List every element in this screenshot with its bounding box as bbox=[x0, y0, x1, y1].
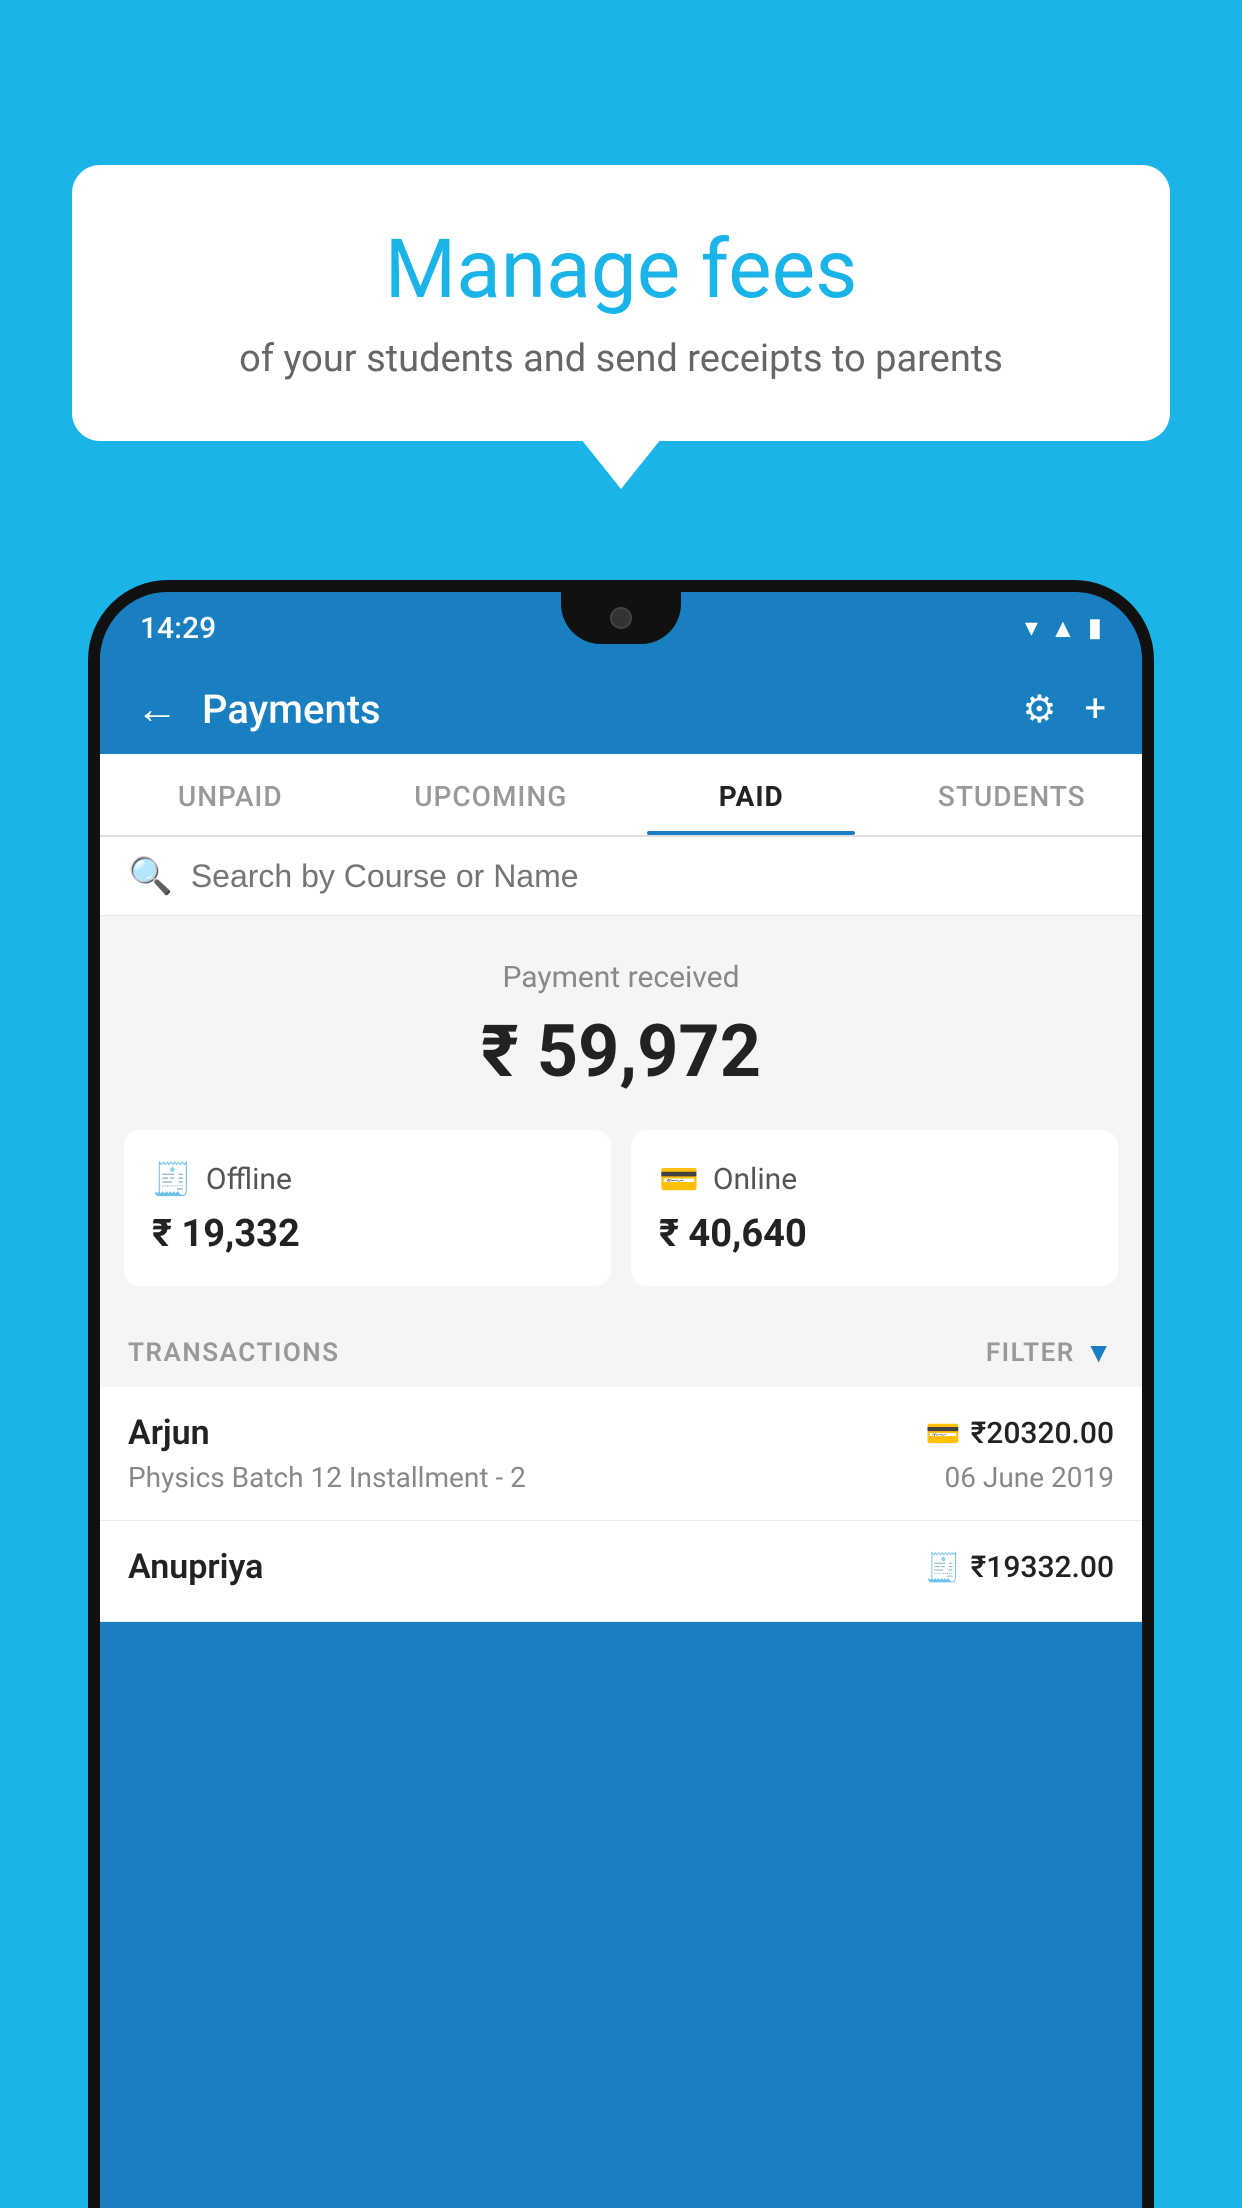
header-actions: ⚙ + bbox=[1022, 687, 1106, 732]
transaction-top: Arjun 💳 ₹20320.00 bbox=[128, 1413, 1114, 1453]
tab-upcoming[interactable]: UPCOMING bbox=[361, 754, 622, 835]
bubble-subtitle: of your students and send receipts to pa… bbox=[122, 337, 1120, 381]
cash-mode-icon: 🧾 bbox=[926, 1551, 961, 1584]
wifi-icon: ▾ bbox=[1025, 613, 1038, 643]
card-mode-icon: 💳 bbox=[926, 1417, 961, 1450]
tab-students[interactable]: STUDENTS bbox=[882, 754, 1143, 835]
amount-value: ₹20320.00 bbox=[971, 1416, 1114, 1451]
transactions-header: TRANSACTIONS FILTER ▼ bbox=[100, 1318, 1142, 1387]
payment-cards: 🧾 Offline ₹ 19,332 💳 Online ₹ 40,640 bbox=[100, 1130, 1142, 1318]
app-header: ← Payments ⚙ + bbox=[100, 664, 1142, 754]
battery-icon: ▮ bbox=[1088, 613, 1102, 643]
online-card: 💳 Online ₹ 40,640 bbox=[631, 1130, 1118, 1286]
search-bar: 🔍 bbox=[100, 837, 1142, 916]
phone-inner: 14:29 ▾ ▲ ▮ ← Payments ⚙ + UNPAID UPCOMI… bbox=[100, 592, 1142, 2208]
offline-icon: 🧾 bbox=[152, 1160, 192, 1198]
transaction-course: Physics Batch 12 Installment - 2 bbox=[128, 1461, 526, 1494]
camera-dot bbox=[610, 607, 632, 629]
transaction-row[interactable]: Arjun 💳 ₹20320.00 Physics Batch 12 Insta… bbox=[100, 1387, 1142, 1521]
transaction-amount: 💳 ₹20320.00 bbox=[926, 1416, 1114, 1451]
payment-summary: Payment received ₹ 59,972 bbox=[100, 916, 1142, 1130]
status-bar: 14:29 ▾ ▲ ▮ bbox=[100, 592, 1142, 664]
settings-icon[interactable]: ⚙ bbox=[1022, 687, 1056, 732]
status-time: 14:29 bbox=[140, 611, 216, 646]
transactions-label: TRANSACTIONS bbox=[128, 1338, 340, 1368]
notch bbox=[561, 592, 681, 644]
tab-paid[interactable]: PAID bbox=[621, 754, 882, 835]
transaction-date: 06 June 2019 bbox=[944, 1461, 1114, 1494]
transaction-bottom: Physics Batch 12 Installment - 2 06 June… bbox=[128, 1461, 1114, 1494]
transaction-name: Anupriya bbox=[128, 1547, 263, 1587]
transaction-top: Anupriya 🧾 ₹19332.00 bbox=[128, 1547, 1114, 1587]
filter-button[interactable]: FILTER ▼ bbox=[986, 1336, 1114, 1369]
tab-bar: UNPAID UPCOMING PAID STUDENTS bbox=[100, 754, 1142, 837]
online-card-header: 💳 Online bbox=[659, 1160, 1090, 1198]
search-input[interactable] bbox=[191, 858, 1114, 895]
payment-total-amount: ₹ 59,972 bbox=[100, 1009, 1142, 1094]
offline-label: Offline bbox=[206, 1162, 292, 1197]
filter-icon: ▼ bbox=[1085, 1336, 1114, 1369]
offline-card-header: 🧾 Offline bbox=[152, 1160, 583, 1198]
phone-frame: 14:29 ▾ ▲ ▮ ← Payments ⚙ + UNPAID UPCOMI… bbox=[88, 580, 1154, 2208]
transaction-name: Arjun bbox=[128, 1413, 210, 1453]
offline-amount: ₹ 19,332 bbox=[152, 1212, 583, 1256]
content-area: 🔍 Payment received ₹ 59,972 🧾 Offline ₹ … bbox=[100, 837, 1142, 1622]
transaction-row[interactable]: Anupriya 🧾 ₹19332.00 bbox=[100, 1521, 1142, 1622]
speech-bubble: Manage fees of your students and send re… bbox=[72, 165, 1170, 441]
online-amount: ₹ 40,640 bbox=[659, 1212, 1090, 1256]
online-label: Online bbox=[713, 1162, 797, 1197]
online-icon: 💳 bbox=[659, 1160, 699, 1198]
tab-unpaid[interactable]: UNPAID bbox=[100, 754, 361, 835]
payment-received-label: Payment received bbox=[100, 960, 1142, 995]
signal-icon: ▲ bbox=[1050, 613, 1076, 644]
status-icons: ▾ ▲ ▮ bbox=[1025, 613, 1102, 644]
add-icon[interactable]: + bbox=[1084, 687, 1106, 731]
amount-value: ₹19332.00 bbox=[971, 1550, 1114, 1585]
bubble-title: Manage fees bbox=[122, 225, 1120, 315]
page-title: Payments bbox=[202, 686, 998, 733]
filter-label: FILTER bbox=[986, 1338, 1075, 1368]
search-icon: 🔍 bbox=[128, 855, 173, 897]
transaction-amount: 🧾 ₹19332.00 bbox=[926, 1550, 1114, 1585]
offline-card: 🧾 Offline ₹ 19,332 bbox=[124, 1130, 611, 1286]
back-button[interactable]: ← bbox=[136, 685, 178, 734]
